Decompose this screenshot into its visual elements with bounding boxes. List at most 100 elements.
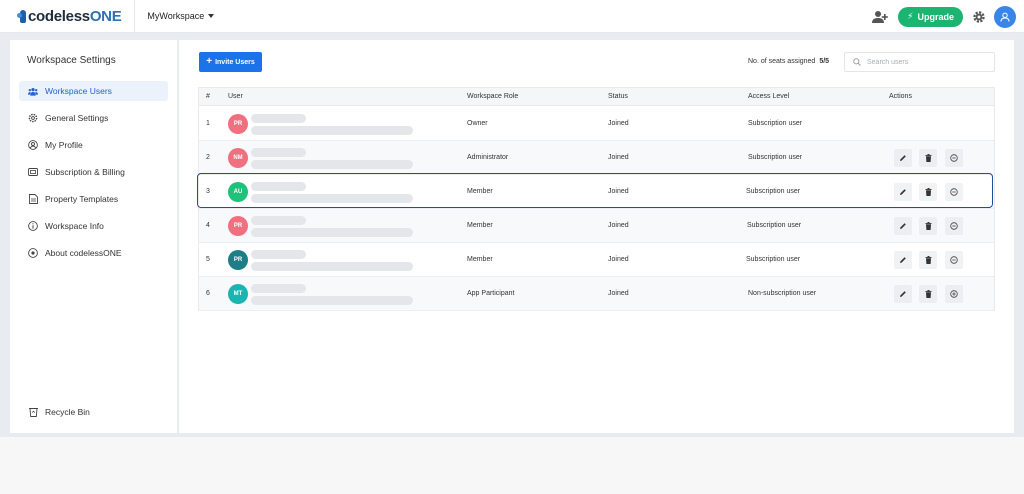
table-row[interactable]: 1 PR Owner Joined Subscription user: [199, 107, 994, 141]
top-bar: codelessONE MyWorkspace ⚡ Upgrade: [0, 0, 1024, 33]
access-level: Subscription user: [746, 256, 801, 263]
settings-sidebar: Workspace Settings Workspace Users Gener…: [10, 40, 178, 433]
gear-icon[interactable]: [972, 10, 986, 24]
user-avatar: PR: [228, 216, 248, 236]
delete-button[interactable]: [919, 285, 937, 303]
user-email-placeholder: [251, 228, 413, 237]
access-level: Non-subscription user: [748, 290, 817, 297]
trash-icon: [925, 290, 931, 298]
user-name-placeholder: [251, 216, 306, 225]
activate-button[interactable]: [945, 285, 963, 303]
sidebar-item-my-profile[interactable]: My Profile: [19, 135, 168, 155]
sidebar-item-label: General Settings: [45, 113, 109, 123]
search-box[interactable]: [844, 52, 995, 72]
user-name-placeholder: [251, 148, 306, 157]
selected-row-highlight: [197, 173, 993, 208]
column-header-actions: Actions: [889, 93, 912, 100]
table-row[interactable]: 2 NM Administrator Joined Subscription u…: [199, 141, 994, 175]
column-header-role: Workspace Role: [467, 93, 519, 100]
add-user-icon[interactable]: [872, 10, 888, 24]
bolt-icon: ⚡: [907, 11, 914, 21]
sidebar-item-label: About codelessONE: [45, 248, 122, 258]
pencil-icon: [900, 291, 906, 297]
table-row[interactable]: 6 MT App Participant Joined Non-subscrip…: [199, 277, 994, 311]
user-avatar: MT: [228, 284, 248, 304]
table-row[interactable]: 4 PR Member Joined Subscription user: [199, 209, 994, 243]
sidebar-item-label: Subscription & Billing: [45, 167, 125, 177]
minus-circle-icon: [950, 256, 958, 264]
sidebar-title: Workspace Settings: [27, 55, 116, 66]
edit-button[interactable]: [894, 217, 912, 235]
user-name-placeholder: [251, 250, 306, 259]
users-icon: [28, 86, 38, 96]
deactivate-button[interactable]: [945, 217, 963, 235]
sidebar-item-label: My Profile: [45, 140, 83, 150]
sidebar-item-workspace-users[interactable]: Workspace Users: [19, 81, 168, 101]
deactivate-button[interactable]: [945, 251, 963, 269]
header-divider: [134, 0, 136, 33]
sidebar-item-property-templates[interactable]: Property Templates: [19, 189, 168, 209]
seats-value: 5/5: [819, 58, 830, 65]
access-level: Subscription user: [747, 222, 802, 229]
plus-circle-icon: [950, 290, 958, 298]
user-name-placeholder: [251, 114, 306, 123]
user-status: Joined: [608, 256, 629, 263]
document-icon: [28, 194, 38, 204]
minus-circle-icon: [950, 222, 958, 230]
pencil-icon: [900, 223, 906, 229]
sidebar-item-label: Property Templates: [45, 194, 119, 204]
plus-icon: +: [206, 56, 213, 67]
user-avatar[interactable]: [994, 5, 1016, 28]
edit-button[interactable]: [894, 149, 912, 167]
workspace-role: Administrator: [467, 154, 509, 161]
search-icon: [853, 58, 861, 66]
edit-button[interactable]: [894, 285, 912, 303]
logo-mark-icon: [17, 9, 27, 23]
workspace-role: Member: [467, 256, 493, 263]
table-header: # User Workspace Role Status Access Leve…: [199, 88, 994, 106]
sidebar-item-label: Recycle Bin: [45, 407, 90, 417]
column-header-access: Access Level: [748, 93, 790, 100]
sidebar-item-recycle-bin[interactable]: Recycle Bin: [19, 402, 168, 422]
user-status: Joined: [608, 290, 629, 297]
user-avatar: PR: [228, 250, 248, 270]
sidebar-item-about[interactable]: About codelessONE: [19, 243, 168, 263]
search-input[interactable]: [867, 58, 987, 66]
user-status: Joined: [608, 120, 629, 127]
user-status: Joined: [608, 222, 629, 229]
workspace-selector[interactable]: MyWorkspace: [147, 11, 215, 21]
user-status: Joined: [608, 154, 629, 161]
trash-icon: [925, 256, 931, 264]
sidebar-item-general-settings[interactable]: General Settings: [19, 108, 168, 128]
card-icon: [28, 167, 38, 177]
delete-button[interactable]: [919, 251, 937, 269]
column-header-status: Status: [608, 93, 628, 100]
user-email-placeholder: [251, 160, 413, 169]
upgrade-button[interactable]: ⚡ Upgrade: [898, 6, 963, 27]
workspace-users-panel: + Invite Users No. of seats assigned 5/5 …: [179, 40, 1014, 433]
minus-circle-icon: [950, 154, 958, 162]
user-avatar: NM: [228, 148, 248, 168]
invite-users-button[interactable]: + Invite Users: [199, 52, 262, 72]
user-email-placeholder: [251, 126, 413, 135]
sidebar-item-subscription-billing[interactable]: Subscription & Billing: [19, 162, 168, 182]
row-number: 1: [206, 120, 210, 127]
sidebar-item-workspace-info[interactable]: Workspace Info: [19, 216, 168, 236]
delete-button[interactable]: [919, 149, 937, 167]
workspace-role: Owner: [467, 120, 488, 127]
delete-button[interactable]: [919, 217, 937, 235]
user-name-placeholder: [251, 284, 306, 293]
logo-text: codelessONE: [28, 7, 122, 25]
workspace-role: Member: [467, 222, 493, 229]
table-row[interactable]: 5 PR Member Joined Subscription user: [199, 243, 994, 277]
user-avatar-icon: [1000, 12, 1010, 22]
codelessone-logo[interactable]: codelessONE: [17, 0, 122, 33]
user-icon: [28, 140, 38, 150]
access-level: Subscription user: [748, 120, 803, 127]
edit-button[interactable]: [894, 251, 912, 269]
pencil-icon: [900, 155, 906, 161]
deactivate-button[interactable]: [945, 149, 963, 167]
invite-label: Invite Users: [215, 58, 255, 66]
column-header-number: #: [206, 93, 210, 100]
row-number: 4: [206, 222, 210, 229]
